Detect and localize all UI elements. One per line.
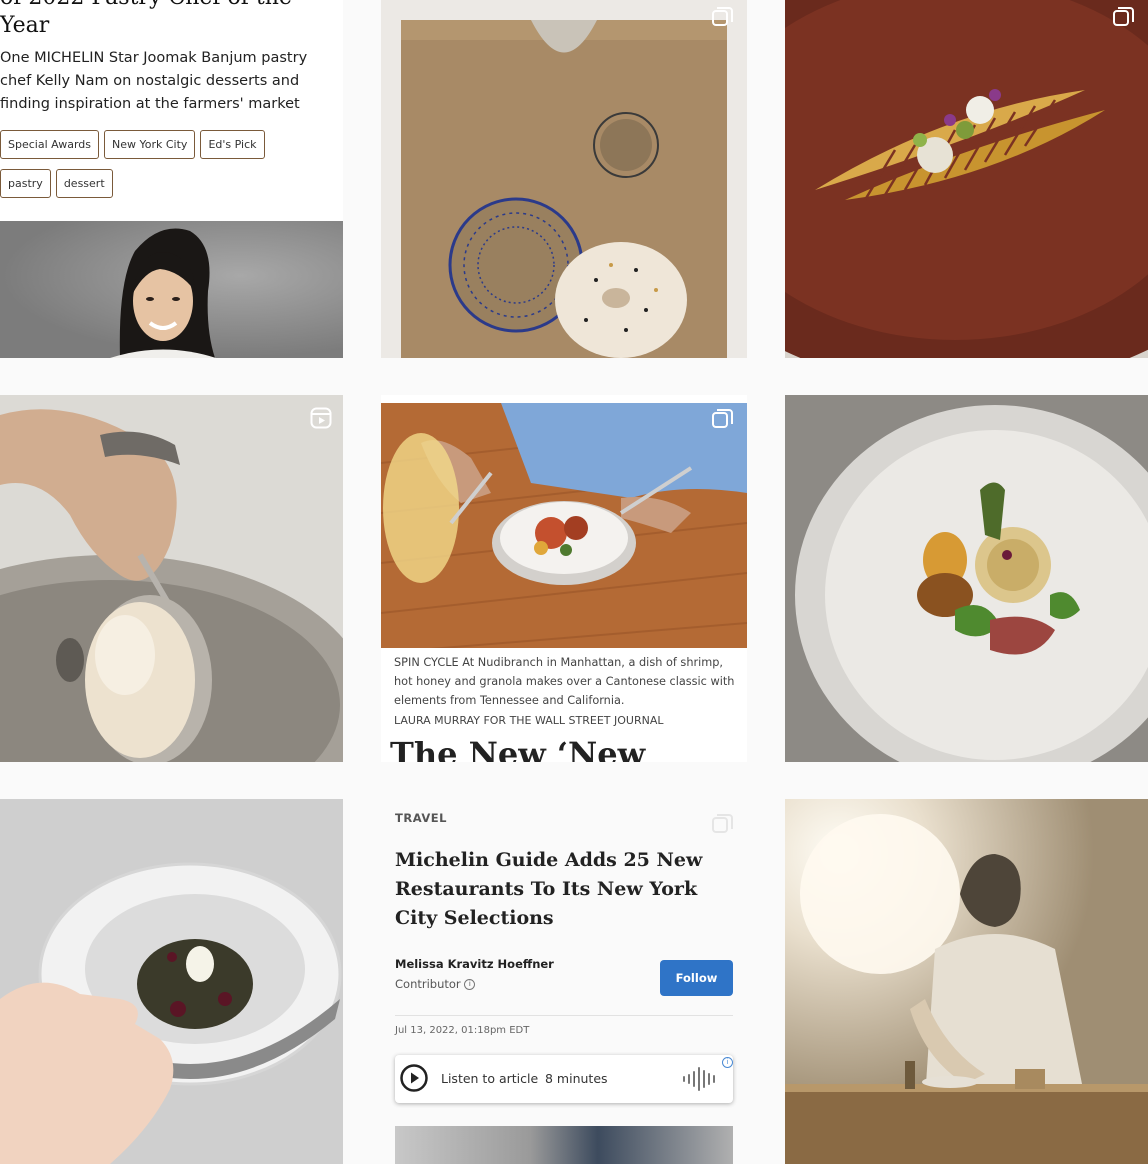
multi-photo-icon xyxy=(711,408,733,430)
post-tile-white-plate-dish[interactable] xyxy=(785,395,1148,762)
post-tile-wsj-shrimp[interactable]: SPIN CYCLE At Nudibranch in Manhattan, a… xyxy=(381,395,747,762)
photo-caption: SPIN CYCLE At Nudibranch in Manhattan, a… xyxy=(394,656,735,707)
post-tile-paper-bag-donut[interactable] xyxy=(381,0,747,358)
multi-photo-icon xyxy=(711,813,733,835)
tag-dessert[interactable]: dessert xyxy=(55,169,113,198)
article-title: of 2022 Pastry Chef of the Year xyxy=(0,0,292,38)
caviar-bowl-image xyxy=(0,799,343,1164)
article-hero-image xyxy=(395,1126,733,1164)
shrimp-dish-image xyxy=(381,403,747,648)
tag-pastry[interactable]: pastry xyxy=(0,169,51,198)
play-icon[interactable] xyxy=(400,1064,428,1092)
paper-bag-donut-image xyxy=(381,0,747,358)
white-plate-dish-image xyxy=(785,395,1148,762)
post-tile-ice-cream-reel[interactable] xyxy=(0,395,343,762)
follow-button[interactable]: Follow xyxy=(660,960,733,996)
waveform-icon xyxy=(681,1066,719,1092)
ad-info-icon[interactable]: i xyxy=(722,1057,733,1068)
post-tile-forbes-article[interactable]: TRAVEL Michelin Guide Adds 25 New Restau… xyxy=(381,799,747,1164)
author-role-label: Contributor xyxy=(395,977,461,991)
tag-eds-pick[interactable]: Ed's Pick xyxy=(200,130,265,159)
author-role: Contributor i xyxy=(395,977,476,991)
author-name[interactable]: Melissa Kravitz Hoeffner xyxy=(395,957,554,971)
article-date: Jul 13, 2022, 01:18pm EDT xyxy=(395,1025,530,1036)
article-section-label: TRAVEL xyxy=(395,811,447,825)
chef-kitchen-image xyxy=(785,799,1148,1164)
multi-photo-icon xyxy=(1112,6,1134,28)
article-description: One MICHELIN Star Joomak Banjum pastry c… xyxy=(0,50,308,112)
divider xyxy=(395,1015,733,1016)
post-tile-chef-kitchen[interactable] xyxy=(785,799,1148,1164)
photo-credit: LAURA MURRAY FOR THE WALL STREET JOURNAL xyxy=(394,714,664,727)
listen-label: Listen to article xyxy=(441,1071,539,1086)
reels-icon xyxy=(310,407,332,429)
chef-portrait-image xyxy=(0,221,343,358)
post-tile-lattice-dish[interactable] xyxy=(785,0,1148,358)
info-icon[interactable]: i xyxy=(464,979,476,990)
tag-list: Special Awards New York City Ed's Pick pas… xyxy=(0,130,300,208)
listen-duration: 8 minutes xyxy=(545,1071,608,1086)
post-tile-caviar-bowl[interactable] xyxy=(0,799,343,1164)
article-headline-partial: The New ‘New xyxy=(390,735,646,762)
article-headline: Michelin Guide Adds 25 New Restaurants T… xyxy=(395,849,703,929)
multi-photo-icon xyxy=(711,6,733,28)
tag-new-york-city[interactable]: New York City xyxy=(104,130,196,159)
lattice-dish-image xyxy=(785,0,1148,358)
listen-to-article-player[interactable]: Listen to article 8 minutes i xyxy=(395,1055,733,1103)
ice-cream-spoon-image xyxy=(0,395,343,762)
tag-special-awards[interactable]: Special Awards xyxy=(0,130,99,159)
post-tile-kelly-nam[interactable]: of 2022 Pastry Chef of the Year One MICH… xyxy=(0,0,343,358)
